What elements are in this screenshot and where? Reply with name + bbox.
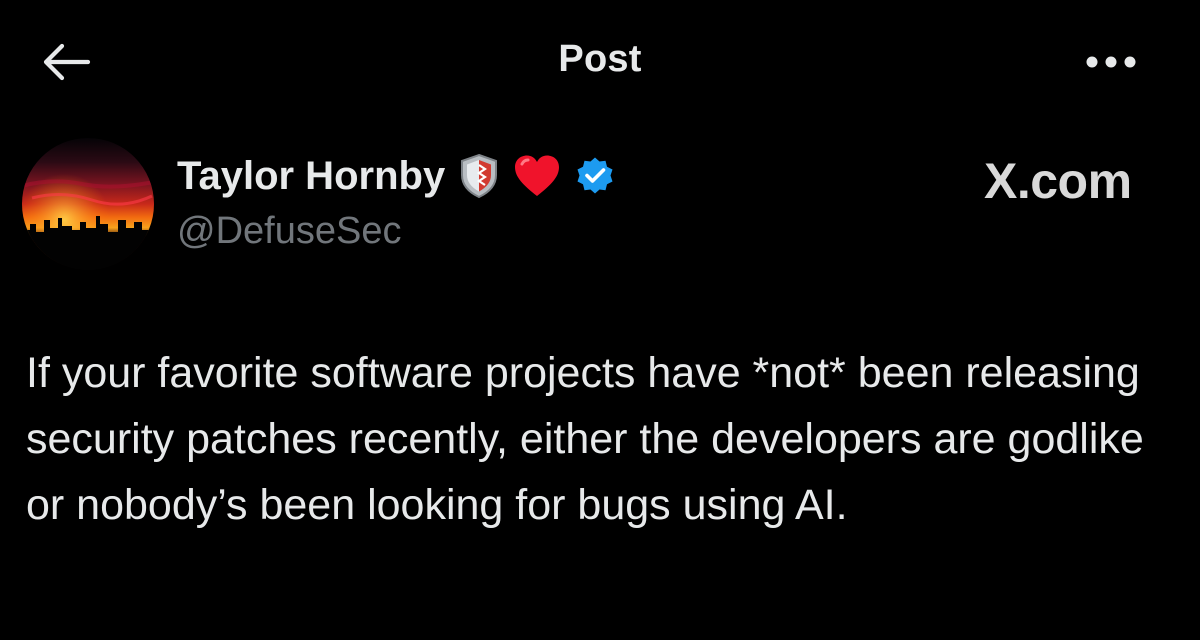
ellipsis-horizontal-icon <box>1086 56 1136 68</box>
shield-icon <box>459 153 499 199</box>
watermark-logo: X.com <box>984 153 1132 209</box>
avatar-sunset-image <box>22 138 154 270</box>
name-row: Taylor Hornby <box>177 150 615 202</box>
display-name[interactable]: Taylor Hornby <box>177 154 445 199</box>
red-heart-icon <box>513 154 561 198</box>
top-bar: Post <box>0 0 1200 120</box>
more-options-button[interactable] <box>1080 44 1142 80</box>
user-handle[interactable]: @DefuseSec <box>177 210 401 253</box>
avatar[interactable] <box>22 138 154 270</box>
verified-badge-icon[interactable] <box>575 156 615 196</box>
post-text: If your favorite software projects have … <box>26 349 1144 529</box>
page-title: Post <box>558 38 642 80</box>
